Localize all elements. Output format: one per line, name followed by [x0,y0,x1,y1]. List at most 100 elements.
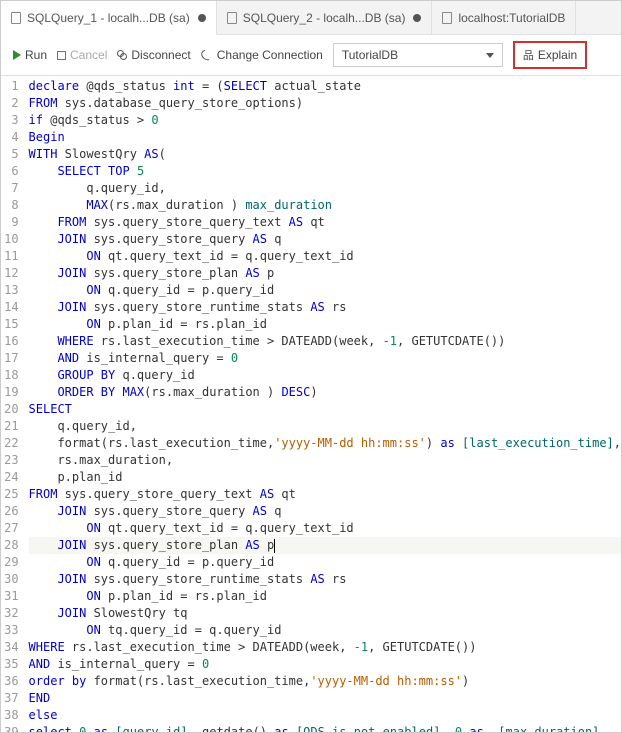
line-number: 17 [1,350,19,367]
line-number: 2 [1,95,19,112]
line-number: 14 [1,299,19,316]
code-line[interactable]: FROM sys.database_query_store_options) [29,95,621,112]
explain-label: Explain [538,48,577,62]
code-line[interactable]: FROM sys.query_store_query_text AS qt [29,214,621,231]
code-line[interactable]: FROM sys.query_store_query_text AS qt [29,486,621,503]
tab-label: localhost:TutorialDB [458,11,565,25]
code-line[interactable]: JOIN sys.query_store_plan AS p [29,537,621,554]
code-line[interactable]: ON tq.query_id = q.query_id [29,622,621,639]
code-line[interactable]: rs.max_duration, [29,452,621,469]
code-line[interactable]: q.query_id, [29,418,621,435]
code-line[interactable]: END [29,690,621,707]
line-number: 5 [1,146,19,163]
line-number: 22 [1,435,19,452]
explain-icon: 品 [523,47,534,63]
line-number: 33 [1,622,19,639]
document-icon [11,12,21,24]
code-area[interactable]: declare @qds_status int = (SELECT actual… [29,76,621,732]
code-line[interactable]: else [29,707,621,724]
code-line[interactable]: SELECT TOP 5 [29,163,621,180]
code-line[interactable]: MAX(rs.max_duration ) max_duration [29,197,621,214]
code-line[interactable]: declare @qds_status int = (SELECT actual… [29,78,621,95]
tab-2[interactable]: localhost:TutorialDB [432,1,576,34]
line-number: 31 [1,588,19,605]
line-number: 34 [1,639,19,656]
code-line[interactable]: WHERE rs.last_execution_time > DATEADD(w… [29,639,621,656]
code-line[interactable]: format(rs.last_execution_time,'yyyy-MM-d… [29,435,621,452]
line-number: 25 [1,486,19,503]
line-number: 18 [1,367,19,384]
document-icon [227,12,237,24]
code-line[interactable]: Begin [29,129,621,146]
line-number: 11 [1,248,19,265]
code-line[interactable]: JOIN sys.query_store_query AS q [29,231,621,248]
code-line[interactable]: JOIN sys.query_store_runtime_stats AS rs [29,299,621,316]
run-button[interactable]: Run [13,48,47,62]
play-icon [13,50,21,60]
line-number: 32 [1,605,19,622]
unsaved-indicator-icon [413,14,421,22]
unsaved-indicator-icon [198,14,206,22]
explain-button[interactable]: 品 Explain [513,41,587,69]
line-number: 16 [1,333,19,350]
cancel-button[interactable]: Cancel [57,48,107,62]
code-line[interactable]: ON qt.query_text_id = q.query_text_id [29,248,621,265]
code-line[interactable]: ON q.query_id = p.query_id [29,554,621,571]
disconnect-icon [117,50,127,60]
line-number: 21 [1,418,19,435]
code-line[interactable]: ON p.plan_id = rs.plan_id [29,316,621,333]
code-line[interactable]: AND is_internal_query = 0 [29,656,621,673]
line-number: 27 [1,520,19,537]
code-line[interactable]: JOIN sys.query_store_runtime_stats AS rs [29,571,621,588]
line-number: 7 [1,180,19,197]
code-line[interactable]: ORDER BY MAX(rs.max_duration ) DESC) [29,384,621,401]
change-connection-label: Change Connection [217,48,323,62]
line-number: 12 [1,265,19,282]
code-line[interactable]: ON p.plan_id = rs.plan_id [29,588,621,605]
change-connection-button[interactable]: Change Connection [201,48,323,62]
tab-bar: SQLQuery_1 - localh...DB (sa) SQLQuery_2 … [1,1,621,35]
line-number: 1 [1,78,19,95]
line-number: 24 [1,469,19,486]
code-line[interactable]: if @qds_status > 0 [29,112,621,129]
cancel-label: Cancel [70,48,107,62]
code-line[interactable]: ON qt.query_text_id = q.query_text_id [29,520,621,537]
line-number: 4 [1,129,19,146]
line-number: 30 [1,571,19,588]
code-line[interactable]: order by format(rs.last_execution_time,'… [29,673,621,690]
change-connection-icon [199,48,214,63]
database-select[interactable]: TutorialDB [333,43,503,67]
run-label: Run [25,48,47,62]
code-line[interactable]: AND is_internal_query = 0 [29,350,621,367]
code-line[interactable]: JOIN sys.query_store_plan AS p [29,265,621,282]
code-line[interactable]: GROUP BY q.query_id [29,367,621,384]
line-number: 37 [1,690,19,707]
line-number: 35 [1,656,19,673]
editor-toolbar: Run Cancel Disconnect Change Connection … [1,35,621,76]
code-editor[interactable]: 1234567891011121314151617181920212223242… [1,76,621,732]
code-line[interactable]: SELECT [29,401,621,418]
line-number: 3 [1,112,19,129]
line-number: 10 [1,231,19,248]
code-line[interactable]: WITH SlowestQry AS( [29,146,621,163]
code-line[interactable]: JOIN sys.query_store_query AS q [29,503,621,520]
tab-1[interactable]: SQLQuery_2 - localh...DB (sa) [217,1,433,34]
line-number: 13 [1,282,19,299]
code-line[interactable]: q.query_id, [29,180,621,197]
document-icon [442,12,452,24]
line-number: 20 [1,401,19,418]
code-line[interactable]: WHERE rs.last_execution_time > DATEADD(w… [29,333,621,350]
line-number: 8 [1,197,19,214]
chevron-down-icon [486,53,494,58]
code-line[interactable]: p.plan_id [29,469,621,486]
line-number: 26 [1,503,19,520]
tab-label: SQLQuery_1 - localh...DB (sa) [27,11,190,25]
tab-0[interactable]: SQLQuery_1 - localh...DB (sa) [1,1,217,35]
code-line[interactable]: ON q.query_id = p.query_id [29,282,621,299]
line-number: 39 [1,724,19,732]
code-line[interactable]: select 0 as [query_id], getdate() as [QD… [29,724,621,732]
disconnect-button[interactable]: Disconnect [117,48,190,62]
line-gutter: 1234567891011121314151617181920212223242… [1,76,29,732]
line-number: 19 [1,384,19,401]
code-line[interactable]: JOIN SlowestQry tq [29,605,621,622]
